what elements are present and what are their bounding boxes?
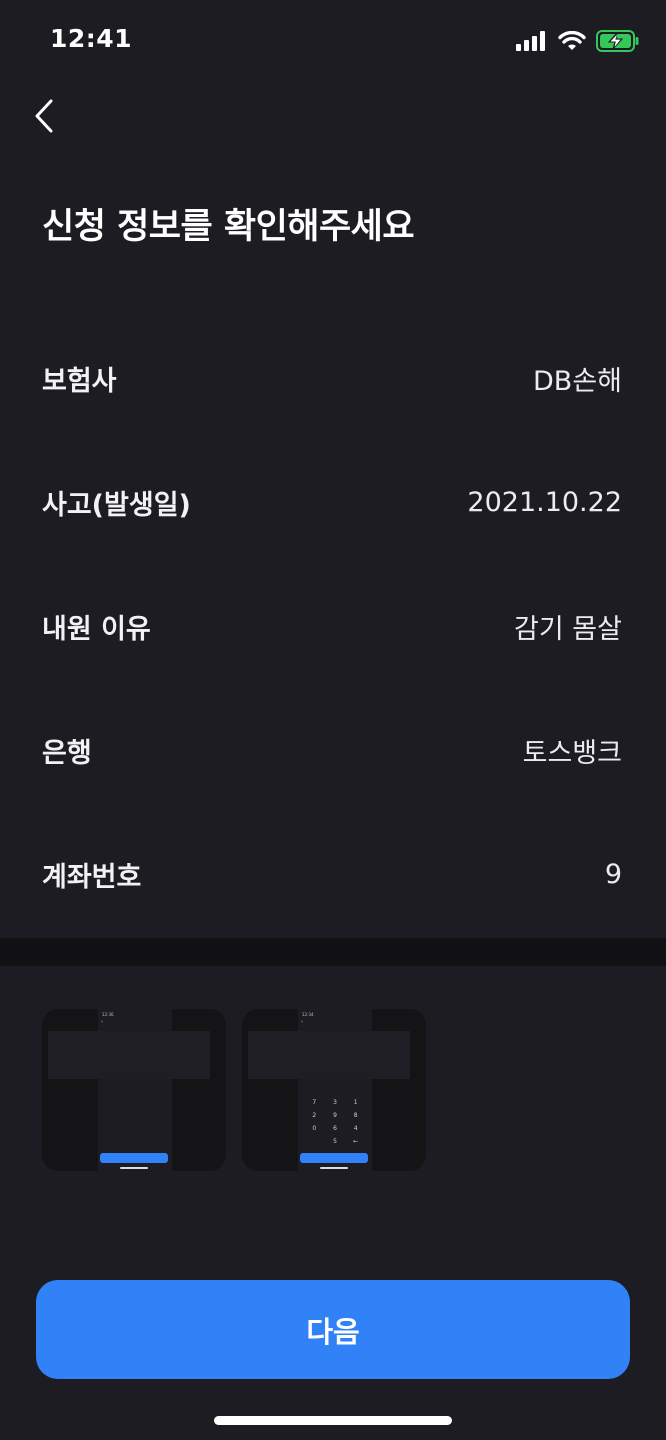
info-row-accident-date: 사고(발생일) 2021.10.22 (0, 440, 666, 564)
info-label: 은행 (42, 737, 92, 769)
info-list: 보험사 DB손해 사고(발생일) 2021.10.22 내원 이유 감기 몸살 … (0, 316, 666, 936)
info-row-visit-reason: 내원 이유 감기 몸살 (0, 564, 666, 688)
info-label: 계좌번호 (42, 861, 142, 893)
info-row-insurer: 보험사 DB손해 (0, 316, 666, 440)
thumbnail-home-indicator (120, 1167, 148, 1169)
thumbnail-status-time: 12:34 (302, 1012, 314, 1017)
info-value: 9 (604, 858, 622, 890)
keypad-key: ← (353, 1138, 359, 1145)
chevron-left-icon (35, 99, 53, 133)
thumbnail-back-icon: ‹ (301, 1019, 303, 1025)
thumbnail-button (300, 1153, 368, 1163)
page-title: 신청 정보를 확인해주세요 (42, 207, 415, 247)
info-label: 보험사 (42, 365, 117, 397)
info-row-account-number: 계좌번호 9 (0, 812, 666, 936)
cellular-signal-icon (516, 31, 545, 51)
status-bar: 12:41 (0, 0, 666, 84)
keypad-key (304, 1138, 325, 1145)
thumbnail-back-icon: ‹ (101, 1019, 103, 1025)
attachment-thumbnail[interactable]: 12:34 ‹ 7 3 1 2 9 8 0 6 4 5 ← (242, 1009, 426, 1171)
info-label: 사고(발생일) (42, 489, 191, 521)
status-time: 12:41 (50, 24, 133, 53)
thumbnail-button (100, 1153, 168, 1163)
info-value: 토스뱅크 (522, 737, 622, 769)
thumbnail-home-indicator (320, 1167, 348, 1169)
info-value: DB손해 (533, 365, 622, 397)
info-value: 2021.10.22 (467, 486, 622, 518)
info-row-bank: 은행 토스뱅크 (0, 688, 666, 812)
keypad-key: 2 (312, 1112, 317, 1119)
keypad-key: 9 (333, 1112, 337, 1119)
attachment-thumbnails: 12:36 ‹ 12:34 ‹ 7 3 1 2 9 8 0 6 4 5 ← (42, 1009, 426, 1171)
back-button[interactable] (24, 92, 64, 140)
thumbnail-keypad: 7 3 1 2 9 8 0 6 4 5 ← (304, 1099, 366, 1145)
thumbnail-status-time: 12:36 (102, 1012, 114, 1017)
info-label: 내원 이유 (42, 613, 151, 645)
keypad-key: 8 (353, 1112, 358, 1119)
home-indicator (214, 1416, 452, 1425)
battery-charging-icon (596, 30, 639, 52)
wifi-icon (558, 31, 586, 50)
keypad-key: 6 (333, 1125, 337, 1132)
next-button[interactable]: 다음 (36, 1280, 630, 1379)
status-icons (516, 30, 640, 52)
keypad-key: 1 (353, 1099, 358, 1106)
section-divider (0, 938, 666, 966)
keypad-key: 0 (312, 1125, 317, 1132)
keypad-key: 3 (333, 1099, 337, 1106)
thumbnail-panel (48, 1031, 210, 1079)
keypad-key: 5 (333, 1138, 337, 1145)
info-value: 감기 몸살 (514, 613, 622, 645)
attachment-thumbnail[interactable]: 12:36 ‹ (42, 1009, 226, 1171)
keypad-key: 7 (312, 1099, 317, 1106)
thumbnail-panel (248, 1031, 410, 1079)
keypad-key: 4 (353, 1125, 358, 1132)
